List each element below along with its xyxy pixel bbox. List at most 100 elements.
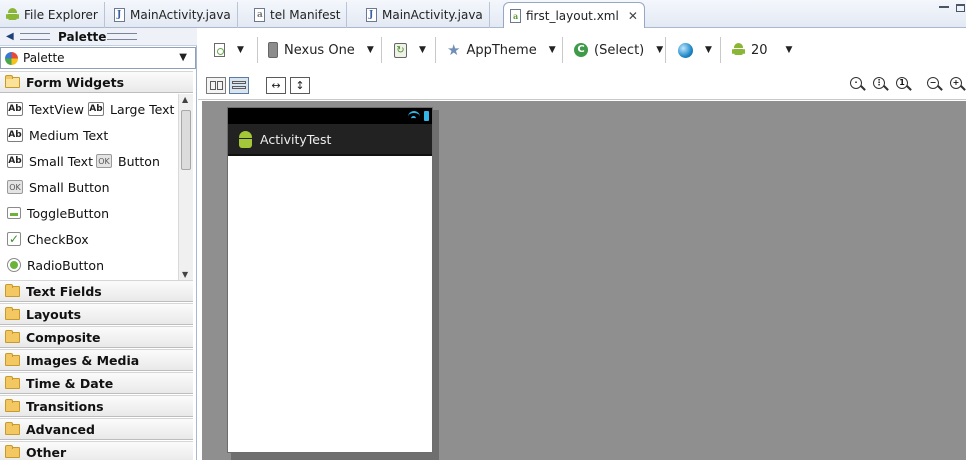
widget-label: Large Text xyxy=(110,101,175,117)
layout-actions-bar: ↔ ↕ · ⋮ 1 − + xyxy=(198,72,966,100)
chevron-down-icon: ▼ xyxy=(785,45,793,55)
text-widget-icon: Ab xyxy=(88,102,104,116)
category-advanced[interactable]: Advanced xyxy=(0,418,193,440)
category-other[interactable]: Other xyxy=(0,441,193,460)
category-time-date[interactable]: Time & Date xyxy=(0,372,193,394)
widget-list: Ab TextView Ab Large Text Ab Medium Text Ab… xyxy=(0,94,178,280)
button-widget-icon: OK xyxy=(96,154,112,168)
category-images-media[interactable]: Images & Media xyxy=(0,349,193,371)
manifest-file-icon: a xyxy=(254,8,265,22)
locale-select[interactable]: ▼ xyxy=(678,37,712,63)
android-icon xyxy=(732,43,745,57)
widget-textview[interactable]: Ab TextView xyxy=(7,99,84,119)
widget-small-button[interactable]: OK Small Button xyxy=(7,177,110,197)
globe-icon xyxy=(678,42,693,58)
app-title: ActivityTest xyxy=(260,131,332,147)
palette-title: Palette xyxy=(58,30,107,44)
device-preview[interactable]: ActivityTest xyxy=(227,107,433,453)
tab-main-activity-1[interactable]: J MainActivity.java xyxy=(108,2,238,28)
wifi-icon xyxy=(408,111,420,121)
widget-button[interactable]: OK Button xyxy=(96,151,160,171)
category-label: Form Widgets xyxy=(26,74,125,90)
status-bar xyxy=(228,108,432,124)
widget-label: RadioButton xyxy=(27,257,104,273)
tab-file-explorer[interactable]: File Explorer xyxy=(0,2,105,28)
tab-label: MainActivity.java xyxy=(382,8,483,22)
action-bar[interactable]: ActivityTest xyxy=(228,124,432,156)
category-transitions[interactable]: Transitions xyxy=(0,395,193,417)
activity-label: (Select) xyxy=(594,42,645,58)
widget-togglebutton[interactable]: ToggleButton xyxy=(7,203,109,223)
category-label: Images & Media xyxy=(26,352,140,368)
zoom-actual-icon[interactable]: ⋮ xyxy=(873,76,889,94)
palette-color-icon xyxy=(5,51,18,65)
widget-small-text[interactable]: Ab Small Text xyxy=(7,151,93,171)
scroll-up-icon[interactable]: ▲ xyxy=(182,95,188,104)
widget-label: Button xyxy=(118,153,160,169)
fit-width-icon[interactable]: ↔ xyxy=(266,77,286,94)
zoom-100-icon[interactable]: 1 xyxy=(896,76,912,94)
tab-label: first_layout.xml xyxy=(526,9,619,23)
chevron-down-icon: ▼ xyxy=(419,45,426,55)
category-label: Text Fields xyxy=(26,283,102,299)
folder-icon xyxy=(5,352,20,366)
theme-select[interactable]: ★ AppTheme ▼ xyxy=(447,37,556,63)
orientation-select[interactable]: ↻ ▼ xyxy=(394,37,426,63)
collapse-arrow-icon[interactable]: ◀ xyxy=(6,31,14,42)
category-label: Composite xyxy=(26,329,101,345)
text-widget-icon: Ab xyxy=(7,128,23,142)
palette-mode-select[interactable]: Palette ▼ xyxy=(0,47,196,69)
star-icon: ★ xyxy=(447,41,461,59)
activity-select[interactable]: C (Select) ▼ xyxy=(574,37,663,63)
chevron-down-icon: ▼ xyxy=(179,52,187,63)
scrollbar-thumb[interactable] xyxy=(181,110,191,170)
tab-label: MainActivity.java xyxy=(130,8,231,22)
tab-manifest[interactable]: a tel Manifest xyxy=(248,2,348,28)
android-icon xyxy=(6,8,19,22)
palette-panel: ◀ Palette Palette ▼ Form Widgets Ab TextV… xyxy=(0,28,197,460)
category-label: Advanced xyxy=(26,421,95,437)
zoom-fit-icon[interactable]: · xyxy=(850,76,866,94)
maximize-icon[interactable] xyxy=(956,4,965,12)
api-level-select[interactable]: 20 ▼ xyxy=(732,37,792,63)
tab-main-activity-2[interactable]: J MainActivity.java xyxy=(360,2,490,28)
device-select[interactable]: Nexus One ▼ xyxy=(268,37,374,63)
folder-icon xyxy=(5,283,20,297)
widget-radiobutton[interactable]: RadioButton xyxy=(7,255,104,275)
category-layouts[interactable]: Layouts xyxy=(0,303,193,325)
drag-grip-icon[interactable] xyxy=(107,33,137,40)
category-composite[interactable]: Composite xyxy=(0,326,193,348)
app-android-icon xyxy=(238,130,253,148)
rotate-icon: ↻ xyxy=(394,42,407,58)
drag-grip-icon[interactable] xyxy=(20,33,50,40)
folder-icon xyxy=(5,398,20,412)
layout-file-icon xyxy=(214,43,225,57)
widget-large-text[interactable]: Ab Large Text xyxy=(88,99,174,119)
widget-label: TextView xyxy=(29,101,84,117)
config-chooser[interactable]: ▼ xyxy=(214,37,244,63)
widget-medium-text[interactable]: Ab Medium Text xyxy=(7,125,108,145)
close-icon[interactable]: ✕ xyxy=(628,9,638,23)
scroll-down-icon[interactable]: ▼ xyxy=(182,270,188,279)
folder-icon xyxy=(5,444,20,458)
stacked-layout-icon[interactable] xyxy=(229,77,249,94)
folder-icon xyxy=(5,421,20,435)
category-label: Transitions xyxy=(26,398,104,414)
widget-label: Medium Text xyxy=(29,127,109,143)
folder-icon xyxy=(5,375,20,389)
widget-checkbox[interactable]: ✓ CheckBox xyxy=(7,229,89,249)
category-label: Layouts xyxy=(26,306,82,322)
palette-mode-label: Palette xyxy=(23,51,65,65)
category-text-fields[interactable]: Text Fields xyxy=(0,280,193,302)
phone-icon xyxy=(268,42,278,58)
widget-list-scrollbar[interactable]: ▲ ▼ xyxy=(178,94,193,280)
tab-first-layout[interactable]: a first_layout.xml ✕ xyxy=(503,2,645,29)
toggle-icon xyxy=(7,207,21,219)
side-by-side-icon[interactable] xyxy=(206,77,226,94)
zoom-out-icon[interactable]: − xyxy=(927,76,943,94)
category-form-widgets[interactable]: Form Widgets xyxy=(0,71,193,93)
fit-height-icon[interactable]: ↕ xyxy=(290,77,310,94)
zoom-in-icon[interactable]: + xyxy=(950,76,966,94)
minimize-icon[interactable] xyxy=(939,6,949,8)
chevron-down-icon: ▼ xyxy=(366,45,374,55)
